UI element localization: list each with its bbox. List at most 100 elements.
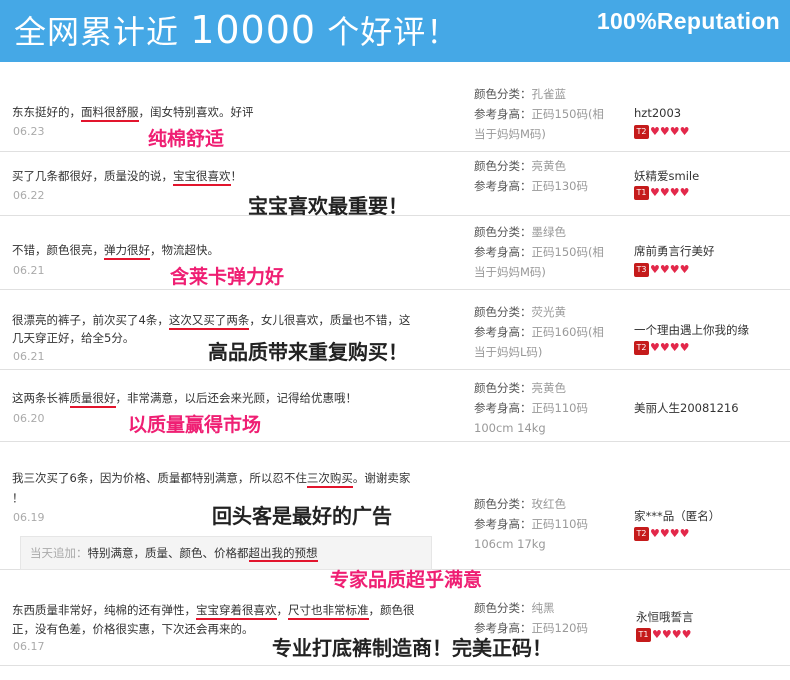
reviewer-name[interactable]: 席前勇言行美好: [634, 243, 715, 259]
review-comment: 这两条长裤质量很好，非常满意，以后还会来光顾，记得给优惠哦！: [12, 388, 357, 408]
reviewer-badge: T1 ♥♥♥♥: [634, 186, 689, 200]
level-badge-icon: T2: [634, 527, 649, 541]
comment-text: 东东挺好的，: [12, 105, 81, 119]
attr-label: 参考身高：: [474, 401, 532, 415]
attr-color: 孔雀蓝: [531, 87, 567, 101]
comment-text: ，物流超快。: [150, 243, 219, 257]
attr-label: 参考身高：: [474, 621, 532, 635]
reviewer-badge: T3 ♥♥♥♥: [634, 263, 689, 277]
comment-text: 。谢谢卖家: [352, 471, 411, 485]
comment-text: ，女儿很喜欢，质量也不错，这: [249, 313, 411, 327]
attr-height: 正码110码: [531, 401, 588, 415]
comment-text: ，闺女特别喜欢。好评: [138, 105, 254, 119]
attr-label: 参考身高：: [474, 107, 532, 121]
attr-label: 颜色分类：: [474, 159, 532, 173]
review-comment: 买了几条都很好，质量没的说，宝宝很喜欢！: [12, 166, 242, 186]
review-comment: 东东挺好的，面料很舒服，闺女特别喜欢。好评: [12, 102, 254, 122]
level-badge-icon: T2: [634, 125, 649, 139]
attr-label: 颜色分类：: [474, 497, 532, 511]
follow-up-highlight: 超出我的预想: [248, 546, 318, 562]
review-comment: 不错，颜色很亮，弹力很好，物流超快。: [12, 240, 219, 260]
attr-label: 参考身高：: [474, 325, 532, 339]
review-row: 我三次买了6条，因为价格、质量都特别满意，所以忍不住三次购买。谢谢卖家 ！ 06…: [0, 442, 790, 591]
review-comment-line2: ！: [12, 491, 24, 505]
comment-highlight: 面料很舒服: [81, 105, 139, 122]
header-banner: 全网累计近 10000 个好评！ 100%Reputation: [0, 0, 790, 62]
review-comment-line2: 正，没有色差，价格很实惠，下次还会再来的。: [12, 622, 254, 636]
reviewer-badge: T1 ♥♥♥♥: [636, 628, 691, 642]
banner-title: 全网累计近 10000 个好评！: [14, 8, 459, 54]
review-date: 06.23: [13, 125, 45, 138]
reviewer-name[interactable]: 一个理由遇上你我的缘: [634, 322, 749, 338]
comment-highlight: 这次又买了两条: [168, 313, 250, 330]
comment-text: 很漂亮的裤子，前次买了4条，: [12, 313, 169, 327]
level-badge-icon: T1: [634, 186, 649, 200]
comment-text: ！: [230, 169, 243, 183]
review-row: 这两条长裤质量很好，非常满意，以后还会来光顾，记得给优惠哦！ 06.20 以质量…: [0, 370, 790, 442]
follow-up-label: 当天追加：: [30, 546, 88, 560]
review-date: 06.17: [13, 640, 45, 653]
level-badge-icon: T1: [636, 628, 651, 642]
review-row: 东西质量非常好，纯棉的还有弹性，宝宝穿着很喜欢，尺寸也非常标准，颜色很 正，没有…: [0, 584, 790, 666]
comment-text: ，颜色很: [368, 603, 415, 617]
heart-rating-icon: ♥♥♥♥: [650, 263, 690, 276]
comment-highlight: 弹力很好: [104, 243, 150, 260]
comment-text: ，非常满意，以后还会来光顾，记得给优惠哦！: [115, 391, 358, 405]
comment-highlight: 质量很好: [69, 391, 116, 408]
heart-rating-icon: ♥♥♥♥: [650, 341, 690, 354]
level-badge-icon: T3: [634, 263, 649, 277]
promo-slogan: 纯棉舒适: [148, 128, 225, 150]
comment-highlight: 尺寸也非常标准: [288, 603, 369, 620]
reviewer-name[interactable]: 美丽人生20081216: [634, 400, 739, 416]
review-comment: 很漂亮的裤子，前次买了4条，这次又买了两条，女儿很喜欢，质量也不错，这: [12, 310, 410, 330]
product-attributes: 颜色分类：孔雀蓝 参考身高：正码150码(相当于妈妈M码): [474, 84, 614, 144]
attr-body-size: 106cm 17kg: [474, 537, 546, 551]
reviewer-badge: T2 ♥♥♥♥: [634, 125, 689, 139]
review-date: 06.21: [13, 264, 45, 277]
attr-body-size: 100cm 14kg: [474, 421, 546, 435]
comment-text: 不错，颜色很亮，: [12, 243, 104, 257]
reviewer-name[interactable]: hzt2003: [634, 106, 681, 120]
review-date: 06.20: [13, 412, 45, 425]
reviewer-name[interactable]: 家***品（匿名）: [634, 508, 720, 524]
reviewer-name[interactable]: 妖精爱smile: [634, 168, 699, 184]
product-attributes: 颜色分类：玫红色 参考身高：正码110码 106cm 17kg: [474, 494, 588, 554]
attr-color: 墨绿色: [531, 225, 567, 239]
comment-text: ，: [276, 603, 289, 617]
promo-slogan: 含莱卡弹力好: [170, 266, 285, 288]
attr-label: 颜色分类：: [474, 601, 532, 615]
attr-label: 参考身高：: [474, 517, 532, 531]
attr-color: 亮黄色: [531, 159, 567, 173]
follow-up-text: 特别满意，质量、颜色、价格都: [87, 546, 249, 560]
attr-color: 荧光黄: [531, 305, 567, 319]
promo-slogan: 宝宝喜欢最重要！: [248, 194, 408, 218]
review-comment-line2: 几天穿正好，给全5分。: [12, 331, 135, 345]
attr-height: 正码120码: [531, 621, 588, 635]
heart-rating-icon: ♥♥♥♥: [650, 186, 690, 199]
comment-text: 买了几条都很好，质量没的说，: [12, 169, 173, 183]
review-date: 06.21: [13, 350, 45, 363]
review-row: 不错，颜色很亮，弹力很好，物流超快。 06.21 含莱卡弹力好 颜色分类：墨绿色…: [0, 216, 790, 290]
review-row: 很漂亮的裤子，前次买了4条，这次又买了两条，女儿很喜欢，质量也不错，这 几天穿正…: [0, 290, 790, 370]
comment-highlight: 三次购买: [306, 471, 353, 488]
product-attributes: 颜色分类：亮黄色 参考身高：正码130码: [474, 156, 588, 196]
attr-color: 纯黑: [531, 601, 555, 615]
attr-label: 参考身高：: [474, 179, 532, 193]
comment-highlight: 宝宝很喜欢: [173, 169, 231, 186]
reviewer-name[interactable]: 永恒哦誓言: [636, 609, 694, 625]
banner-title-number: 10000: [190, 8, 317, 52]
level-badge-icon: T2: [634, 341, 649, 355]
review-comment: 我三次买了6条，因为价格、质量都特别满意，所以忍不住三次购买。谢谢卖家: [12, 468, 410, 488]
attr-height: 正码110码: [531, 517, 588, 531]
review-comment: 东西质量非常好，纯棉的还有弹性，宝宝穿着很喜欢，尺寸也非常标准，颜色很: [12, 600, 415, 620]
attr-height: 正码130码: [531, 179, 588, 193]
comment-text: 东西质量非常好，纯棉的还有弹性，: [12, 603, 196, 617]
heart-rating-icon: ♥♥♥♥: [652, 628, 692, 641]
product-attributes: 颜色分类：荧光黄 参考身高：正码160码(相当于妈妈L码): [474, 302, 614, 362]
heart-rating-icon: ♥♥♥♥: [650, 125, 690, 138]
product-attributes: 颜色分类：墨绿色 参考身高：正码150码(相当于妈妈M码): [474, 222, 614, 282]
comment-text: 这两条长裤: [12, 391, 70, 405]
attr-color: 亮黄色: [531, 381, 567, 395]
promo-slogan: 以质量赢得市场: [128, 414, 262, 436]
attr-label: 颜色分类：: [474, 225, 532, 239]
